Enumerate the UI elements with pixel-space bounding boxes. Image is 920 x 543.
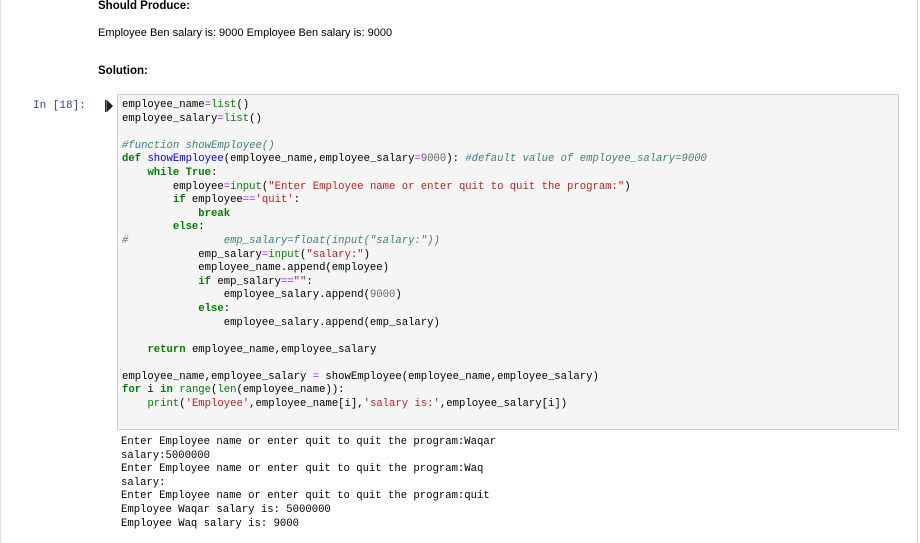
solution-heading: Solution: <box>98 65 148 77</box>
code-input-area[interactable]: employee_name=list() employee_salary=lis… <box>117 94 899 430</box>
cell-output: Enter Employee name or enter quit to qui… <box>121 436 497 530</box>
run-cell-icon[interactable] <box>105 100 113 112</box>
notebook-page: Should Produce: Employee Ben salary is: … <box>0 0 918 543</box>
cell-prompt: In [18]: <box>33 100 86 112</box>
code-editor[interactable]: employee_name=list() employee_salary=lis… <box>122 99 707 412</box>
should-produce-heading: Should Produce: <box>98 0 190 12</box>
expected-output-text: Employee Ben salary is: 9000 Employee Be… <box>98 27 393 39</box>
